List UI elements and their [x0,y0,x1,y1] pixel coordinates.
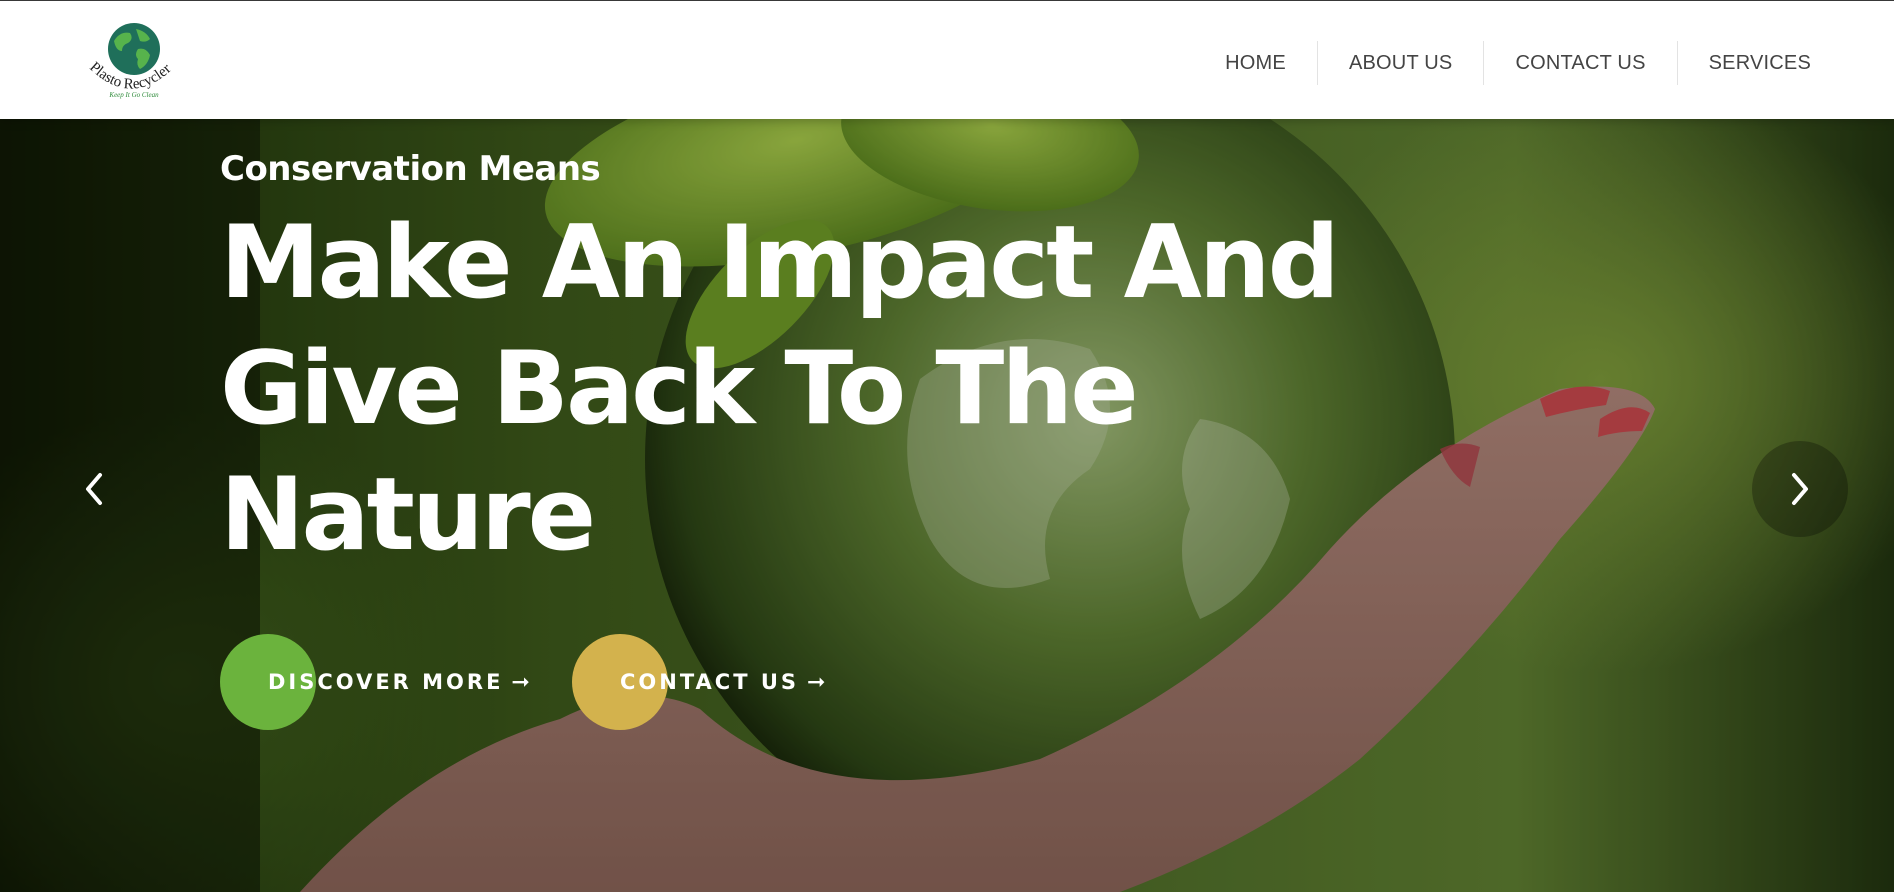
slider-prev-button[interactable] [46,441,142,537]
chevron-right-icon [1792,473,1808,505]
nav-item-home[interactable]: HOME [1194,41,1317,85]
main-nav: HOME ABOUT US CONTACT US SERVICES [1194,41,1811,85]
chevron-left-icon [86,473,102,505]
globe-logo-icon: Plasto Recycler Keep It Go Clean [86,23,174,99]
nav-item-about-us[interactable]: ABOUT US [1316,41,1483,85]
brand-logo[interactable]: Plasto Recycler Keep It Go Clean [84,19,184,101]
contact-us-button[interactable]: CONTACT US ➞ [572,634,825,730]
hero-kicker: Conservation Means [220,149,601,189]
arrow-right-icon: ➞ [807,669,826,695]
nav-item-contact-us[interactable]: CONTACT US [1483,41,1676,85]
contact-us-label: CONTACT US [620,670,800,694]
discover-more-button[interactable]: DISCOVER MORE ➞ [220,634,530,730]
logo-tagline: Keep It Go Clean [108,91,159,99]
slider-next-button[interactable] [1752,441,1848,537]
nav-item-services[interactable]: SERVICES [1676,41,1811,85]
hero-slider: Conservation Means Make An Impact And Gi… [0,119,1894,892]
arrow-right-icon: ➞ [511,669,530,695]
site-header: Plasto Recycler Keep It Go Clean HOME AB… [0,1,1894,119]
hero-headline: Make An Impact And Give Back To The Natu… [220,203,1340,573]
discover-more-label: DISCOVER MORE [268,670,504,694]
